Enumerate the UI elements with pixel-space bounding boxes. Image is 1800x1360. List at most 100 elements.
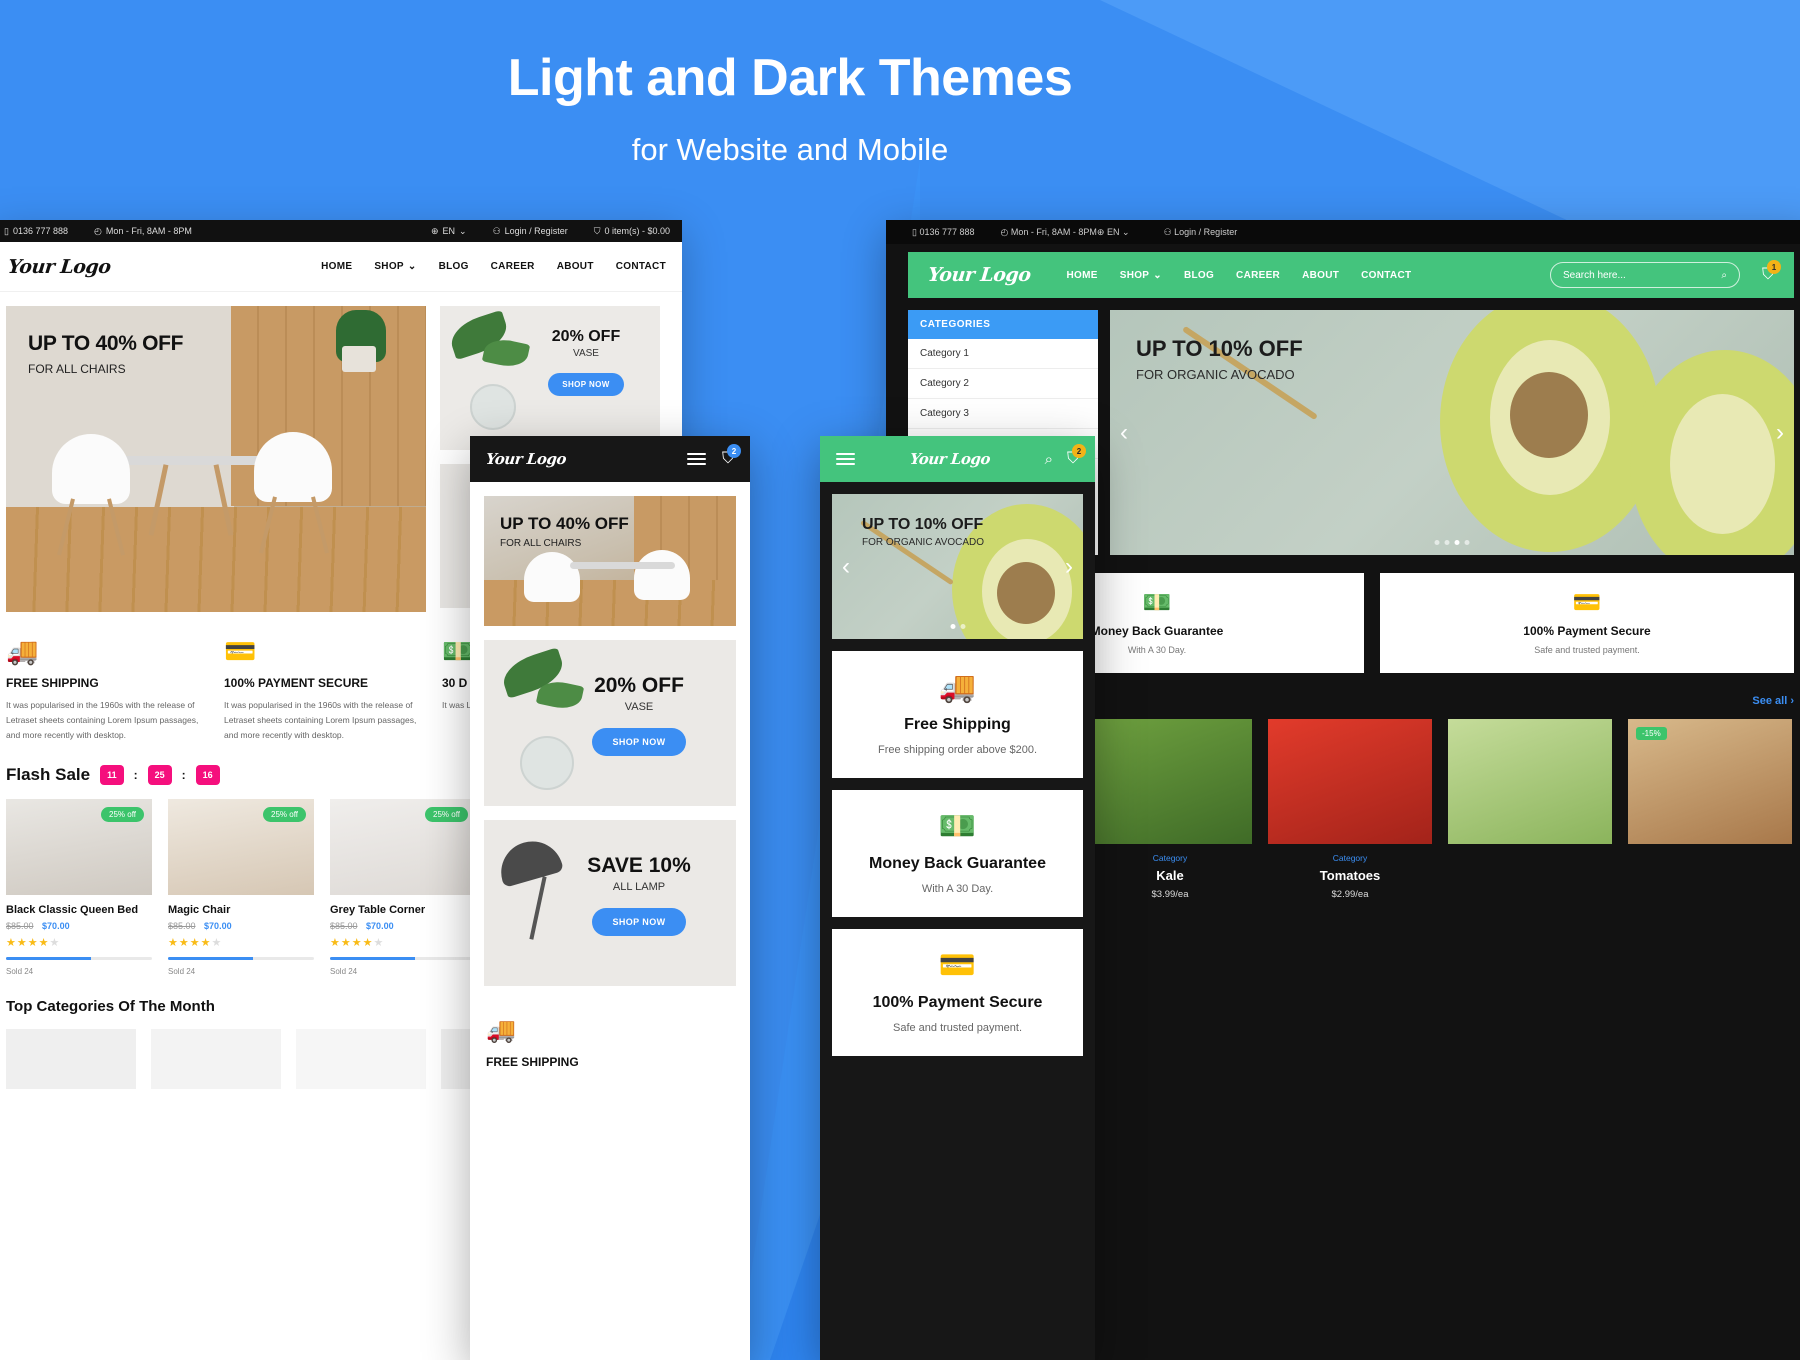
shop-now-button[interactable]: SHOP NOW (548, 373, 624, 396)
chevron-down-icon: ⌄ (1153, 269, 1162, 281)
brand-logo[interactable]: Your Logo (927, 264, 1032, 286)
login-register-link[interactable]: ⚇ Login / Register (493, 226, 568, 236)
feature-text: It was popularised in the 1960s with the… (6, 700, 199, 740)
carousel-prev-icon[interactable]: ‹ (1120, 419, 1128, 447)
brand-logo[interactable]: Your Logo (485, 450, 567, 468)
hamburger-menu-icon[interactable] (686, 450, 706, 468)
feature-payment-secure: 💳 100% Payment Secure Safe and trusted p… (1380, 573, 1794, 673)
product-category[interactable]: Category (1268, 853, 1432, 863)
card-text: With A 30 Day. (921, 883, 994, 895)
flash-sale-title: Flash Sale (6, 764, 91, 784)
brand-logo[interactable]: Your Logo (7, 256, 112, 278)
dark-main-nav: Your Logo HOME SHOP ⌄ BLOG CAREER ABOUT C… (908, 252, 1794, 298)
nav-item-home[interactable]: HOME (321, 261, 352, 272)
category-tile[interactable] (151, 1028, 281, 1089)
nav-item-blog[interactable]: BLOG (1184, 270, 1214, 281)
nav-item-shop-label: SHOP (1119, 269, 1150, 281)
product-image: 25% off (330, 798, 476, 895)
product-card[interactable] (1448, 719, 1612, 900)
carousel-next-icon[interactable]: › (1065, 553, 1073, 581)
product-card[interactable]: 25% off Grey Table Corner $85.00 $70.00 … (330, 798, 476, 976)
free-shipping-truck-icon: 🚚 (938, 671, 977, 704)
dot[interactable] (1444, 540, 1450, 545)
product-card[interactable]: 25% off Black Classic Queen Bed $85.00 $… (6, 798, 152, 976)
product-card[interactable]: Category Tomatoes $2.99/ea (1268, 719, 1432, 900)
cart-button[interactable]: ⛉ 1 (1762, 260, 1781, 284)
dot-active[interactable] (1454, 540, 1460, 545)
nav-item-about[interactable]: ABOUT (1302, 270, 1339, 281)
countdown-minutes: 25 (147, 764, 172, 785)
new-price: $70.00 (366, 920, 394, 931)
light-main-nav: Your Logo HOME SHOP ⌄ BLOG CAREER ABOUT C… (0, 242, 682, 292)
nav-item-shop[interactable]: SHOP ⌄ (374, 261, 416, 272)
mobile-promo-vase[interactable]: 20% OFF VASE SHOP NOW (484, 640, 736, 806)
language-selector[interactable]: ⊕ EN ⌄ (1097, 227, 1130, 238)
mobile-hero-banner[interactable]: UP TO 40% OFF FOR ALL CHAIRS (484, 496, 736, 626)
user-icon: ⚇ (1163, 227, 1172, 237)
phone-number: 0136 777 888 (12, 226, 69, 236)
star-empty-icon: ★ (211, 936, 223, 949)
nav-item-shop[interactable]: SHOP ⌄ (1120, 270, 1162, 281)
category-item-1[interactable]: Category 1 (908, 339, 1098, 369)
cart-button[interactable]: ⛉ 2 (1067, 444, 1086, 468)
dot[interactable] (1434, 540, 1440, 545)
nav-item-about[interactable]: ABOUT (557, 261, 594, 272)
carousel-prev-icon[interactable]: ‹ (842, 553, 850, 581)
phone-number: 0136 777 888 (919, 227, 975, 237)
plant-pot (342, 346, 376, 372)
cart-button[interactable]: ⛉ 2 (722, 444, 741, 468)
login-register-link[interactable]: ⚇ Login / Register (1164, 227, 1238, 237)
promo-title: 20% OFF (594, 674, 684, 697)
search-icon[interactable]: ⌕ (1045, 451, 1053, 468)
phone-info: ▯ 0136 777 888 (4, 226, 68, 236)
nav-item-blog[interactable]: BLOG (439, 261, 469, 272)
side-banner-vase[interactable]: 20% OFF VASE SHOP NOW (440, 306, 660, 450)
chair-left (52, 434, 130, 504)
product-name: Magic Chair (168, 903, 231, 916)
search-icon[interactable]: ⌕ (1721, 270, 1727, 281)
product-card[interactable]: 25% off Magic Chair $85.00 $70.00 ★★★★★ … (168, 798, 314, 976)
product-category[interactable]: Category (1088, 853, 1252, 863)
category-item-3[interactable]: Category 3 (908, 399, 1098, 429)
promo-subtitle: VASE (624, 701, 654, 713)
mobile-dark-hero[interactable]: UP TO 10% OFF FOR ORGANIC AVOCADO ‹ › (832, 494, 1083, 639)
dot[interactable] (960, 624, 965, 629)
dot-active[interactable] (950, 624, 955, 629)
product-meta: Category Tomatoes $2.99/ea (1268, 844, 1432, 900)
nav-item-contact[interactable]: CONTACT (1361, 270, 1411, 281)
shop-now-button[interactable]: SHOP NOW (592, 728, 686, 756)
brand-logo[interactable]: Your Logo (909, 450, 991, 468)
hamburger-menu-icon[interactable] (836, 450, 855, 468)
nav-item-contact[interactable]: CONTACT (616, 261, 666, 272)
nav-item-career[interactable]: CAREER (491, 261, 535, 272)
cart-total: 0 item(s) - $0.00 (604, 226, 670, 236)
account-label: Login / Register (1174, 227, 1238, 237)
carousel-next-icon[interactable]: › (1776, 419, 1784, 447)
vase-decor (470, 384, 516, 430)
cart-count-badge: 2 (727, 444, 741, 458)
hero-banner-chairs[interactable]: UP TO 40% OFF FOR ALL CHAIRS (6, 306, 426, 612)
bag-icon: ⛉ (593, 225, 601, 236)
new-price: $70.00 (42, 920, 70, 931)
cart-summary[interactable]: ⛉ 0 item(s) - $0.00 (594, 226, 670, 236)
side-banner-subtitle: VASE (573, 348, 599, 359)
shop-now-button[interactable]: SHOP NOW (592, 908, 686, 936)
opening-hours: Mon - Fri, 8AM - 8PM (105, 226, 192, 236)
product-price: $2.99/ea (1331, 889, 1369, 900)
nav-item-career[interactable]: CAREER (1236, 270, 1280, 281)
category-tile[interactable] (6, 1028, 136, 1089)
category-tile[interactable] (296, 1028, 426, 1089)
nav-item-home[interactable]: HOME (1067, 270, 1098, 281)
see-all-label: See all (1752, 695, 1788, 707)
product-card[interactable]: Category Kale $3.99/ea (1088, 719, 1252, 900)
rating-stars: ★★★★★ (330, 936, 385, 949)
language-selector[interactable]: ⊕ EN ⌄ (431, 226, 467, 237)
category-item-2[interactable]: Category 2 (908, 369, 1098, 399)
search-input[interactable]: Search here... ⌕ (1549, 262, 1740, 288)
mobile-light-header: Your Logo ⛉ 2 (470, 436, 750, 482)
dark-hero-slider[interactable]: UP TO 10% OFF FOR ORGANIC AVOCADO ‹ › (1110, 310, 1794, 555)
nav-item-shop-label: SHOP (374, 261, 404, 272)
mobile-promo-lamp[interactable]: SAVE 10% ALL LAMP SHOP NOW (484, 820, 736, 986)
product-card[interactable]: -15% (1628, 719, 1792, 900)
dot[interactable] (1464, 540, 1470, 545)
